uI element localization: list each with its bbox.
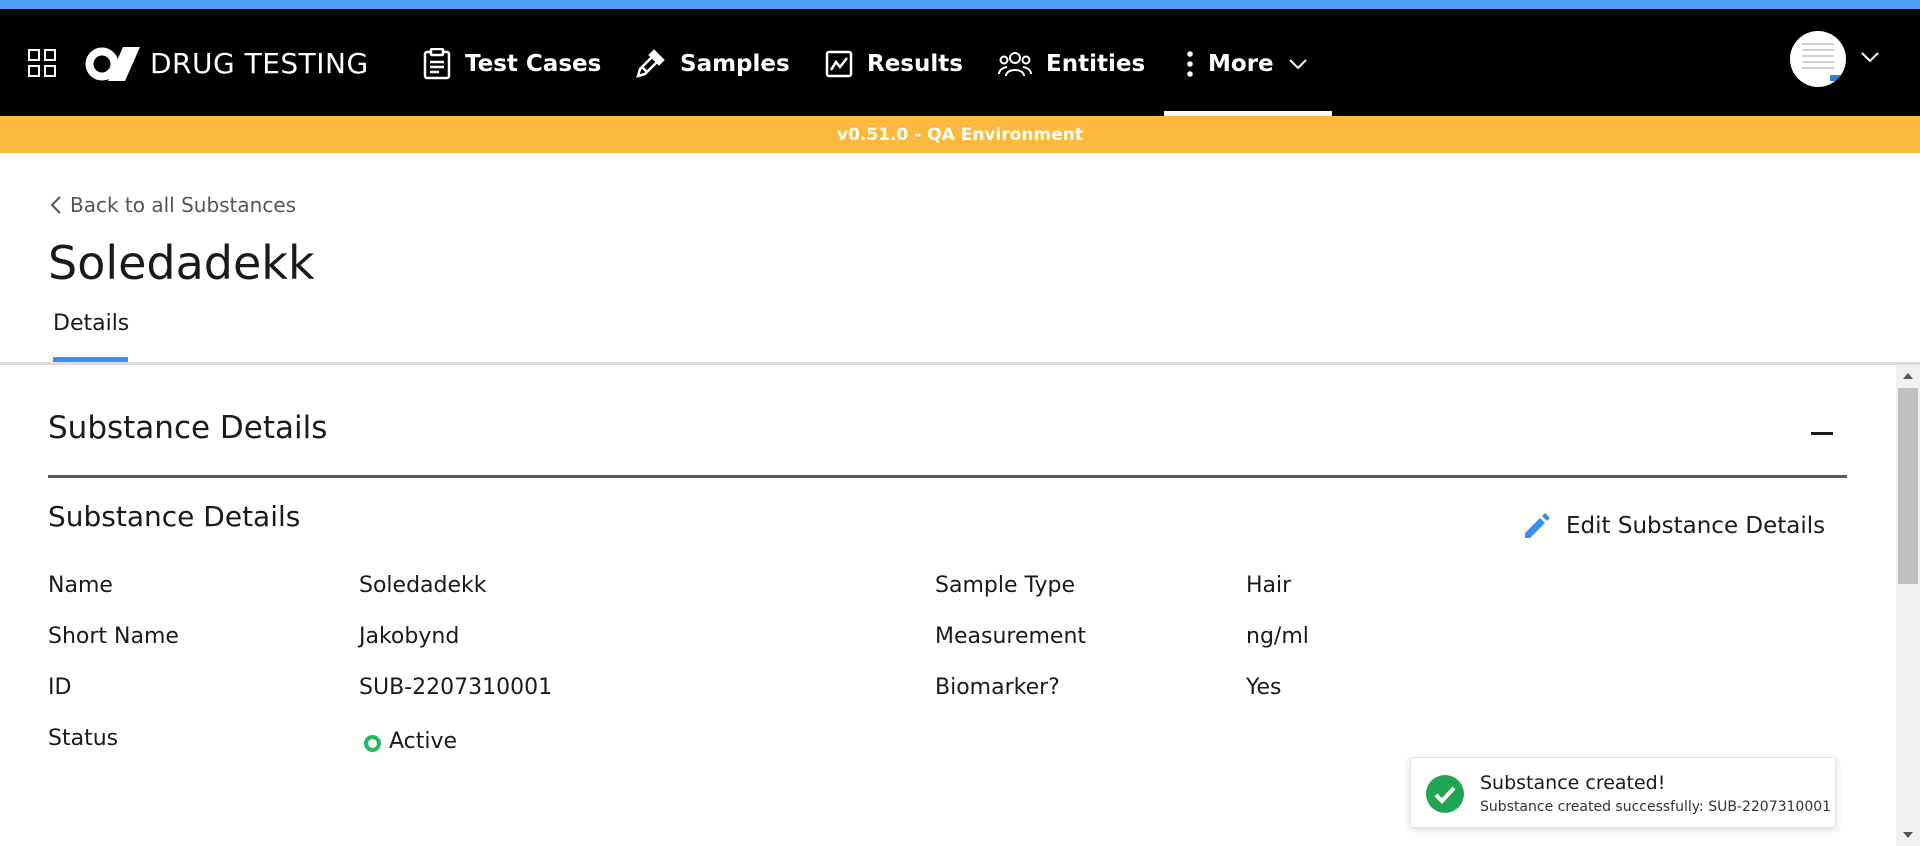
back-link-label: Back to all Substances	[70, 193, 297, 217]
line-chart-icon	[825, 50, 853, 78]
tab-details[interactable]: Details	[53, 311, 129, 336]
brand-logo[interactable]	[85, 44, 141, 84]
environment-banner: v0.51.0 - QA Environment	[0, 116, 1920, 153]
status-active-icon	[364, 735, 381, 752]
field-label-sample-type: Sample Type	[935, 573, 1076, 598]
scrollbar-thumb[interactable]	[1898, 388, 1918, 584]
pencil-icon	[1525, 513, 1550, 538]
app-name: DRUG TESTING	[150, 47, 369, 80]
scroll-down-arrow-icon[interactable]	[1902, 831, 1914, 839]
page-title: Soledadekk	[48, 236, 315, 290]
minus-icon	[1811, 432, 1833, 435]
edit-substance-details-button[interactable]: Edit Substance Details	[1522, 511, 1825, 541]
users-icon	[998, 52, 1032, 77]
success-toast[interactable]: Substance created! Substance created suc…	[1410, 757, 1836, 828]
clipboard-icon	[423, 48, 451, 80]
avatar[interactable]	[1790, 31, 1846, 87]
pipette-icon	[636, 49, 665, 78]
field-value-id: SUB-2207310001	[359, 675, 553, 700]
header-divider	[0, 362, 1920, 365]
section-divider	[48, 475, 1847, 478]
nav-item-entities[interactable]: Entities	[998, 44, 1145, 84]
field-label-status: Status	[48, 726, 119, 751]
edit-button-label: Edit Substance Details	[1566, 513, 1826, 539]
field-label-biomarker: Biomarker?	[935, 675, 1060, 700]
field-value-status: Active	[389, 729, 458, 754]
chevron-left-icon	[50, 196, 61, 214]
user-menu-chevron-icon[interactable]	[1860, 51, 1880, 63]
field-label-id: ID	[48, 675, 72, 700]
chevron-down-icon	[1288, 59, 1307, 70]
app-grid-icon[interactable]	[28, 49, 56, 77]
nav-item-test-cases[interactable]: Test Cases	[423, 44, 601, 84]
top-accent-strip	[0, 0, 1920, 9]
field-value-measurement: ng/ml	[1246, 624, 1309, 649]
section-title: Substance Details	[48, 410, 328, 446]
top-navbar: DRUG TESTING Test Cases Samples Results …	[0, 9, 1920, 116]
scroll-up-arrow-icon[interactable]	[1902, 372, 1914, 380]
more-vertical-icon	[1187, 51, 1193, 77]
field-label-short-name: Short Name	[48, 624, 179, 649]
nav-label: Test Cases	[465, 51, 602, 77]
nav-item-results[interactable]: Results	[825, 44, 963, 84]
field-label-measurement: Measurement	[935, 624, 1087, 649]
nav-label: Samples	[680, 51, 790, 77]
nav-item-samples[interactable]: Samples	[634, 44, 790, 84]
collapse-section-button[interactable]	[1808, 420, 1836, 448]
field-value-short-name: Jakobynd	[359, 624, 460, 649]
subsection-title: Substance Details	[48, 500, 301, 533]
field-value-name: Soledadekk	[359, 573, 487, 598]
field-value-sample-type: Hair	[1246, 573, 1292, 598]
nav-label: Entities	[1046, 51, 1146, 77]
check-circle-icon	[1426, 775, 1464, 813]
back-link[interactable]: Back to all Substances	[50, 193, 296, 217]
nav-label: Results	[867, 51, 963, 77]
nav-item-more[interactable]: More	[1186, 44, 1308, 84]
environment-label: v0.51.0 - QA Environment	[837, 124, 1083, 145]
nav-label: More	[1208, 51, 1274, 77]
field-value-biomarker: Yes	[1246, 675, 1282, 700]
field-label-name: Name	[48, 573, 113, 598]
toast-message: Substance created successfully: SUB-2207…	[1480, 799, 1832, 815]
toast-title: Substance created!	[1480, 772, 1666, 794]
